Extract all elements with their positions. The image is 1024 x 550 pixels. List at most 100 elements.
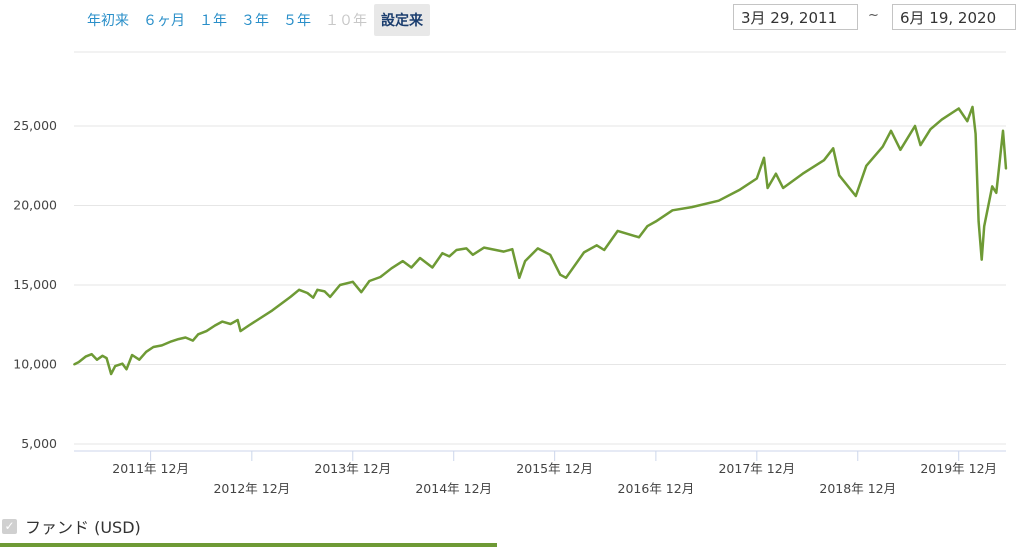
data-point <box>138 358 141 361</box>
data-point <box>271 309 274 312</box>
y-tick-label: 25,000 <box>13 118 57 133</box>
x-tick-label: 2014年 12月 <box>415 481 492 496</box>
y-tick-label: 15,000 <box>13 277 57 292</box>
data-point <box>125 368 128 371</box>
data-point <box>838 174 841 177</box>
x-tick-label: 2016年 12月 <box>618 481 695 496</box>
data-point <box>360 291 363 294</box>
data-point <box>121 362 124 365</box>
data-point <box>431 266 434 269</box>
data-point <box>77 361 80 363</box>
data-point <box>351 280 354 283</box>
data-point <box>739 188 741 191</box>
data-point <box>197 333 200 336</box>
data-point <box>401 260 404 262</box>
data-point <box>323 290 326 293</box>
data-point <box>603 249 606 251</box>
data-point <box>755 177 758 180</box>
legend-checkbox-icon[interactable]: ✓ <box>2 518 17 534</box>
data-point <box>236 319 239 321</box>
data-point <box>312 296 315 299</box>
data-point <box>441 252 444 255</box>
x-tick-label: 2017年 12月 <box>718 461 795 476</box>
data-point <box>471 253 474 256</box>
x-tick-label: 2012年 12月 <box>213 481 290 496</box>
data-point <box>316 288 319 291</box>
data-point <box>549 253 552 256</box>
data-point <box>145 350 148 353</box>
data-point <box>671 209 674 212</box>
data-point <box>101 354 104 357</box>
data-point <box>919 144 922 147</box>
grid-lines <box>74 51 1006 445</box>
data-point <box>823 159 825 162</box>
data-point <box>832 147 835 150</box>
data-point <box>84 355 87 358</box>
legend-series-line <box>0 543 497 547</box>
data-point <box>595 244 598 247</box>
data-point <box>96 358 98 361</box>
legend-item[interactable]: ✓ ファンド (USD) <box>2 514 141 538</box>
data-point <box>991 185 994 188</box>
data-point <box>131 354 134 356</box>
data-point <box>1002 129 1004 132</box>
data-point <box>854 195 857 197</box>
data-point <box>455 249 458 251</box>
data-point <box>177 338 180 340</box>
data-point <box>616 230 619 232</box>
data-point <box>717 199 720 202</box>
data-point <box>298 288 300 291</box>
data-point <box>368 280 371 282</box>
data-point <box>763 156 765 159</box>
data-point <box>980 258 983 261</box>
data-point <box>899 148 902 151</box>
data-point <box>379 276 382 278</box>
data-point <box>890 129 892 132</box>
data-point <box>170 340 173 343</box>
data-point <box>974 133 977 135</box>
data-point <box>229 323 232 325</box>
data-point <box>881 145 884 148</box>
data-point <box>184 336 187 339</box>
data-point <box>583 251 585 254</box>
y-axis-labels: 5,000 10,000 15,000 20,000 25,000 <box>13 118 57 451</box>
data-point <box>410 266 413 269</box>
data-point <box>152 346 155 348</box>
data-point <box>114 365 117 367</box>
data-point <box>465 247 468 250</box>
data-point <box>655 220 657 223</box>
data-point <box>192 339 194 342</box>
y-tick-label: 10,000 <box>13 357 57 372</box>
data-point <box>966 120 969 123</box>
data-point <box>448 255 451 258</box>
y-tick-label: 20,000 <box>13 198 57 213</box>
x-tick-label: 2018年 12月 <box>819 481 896 496</box>
data-point <box>690 206 693 209</box>
data-point <box>390 267 393 270</box>
data-point <box>766 187 769 189</box>
data-point <box>865 164 868 167</box>
data-point <box>983 225 986 228</box>
data-point <box>161 344 163 347</box>
data-point <box>940 118 943 121</box>
legend-label: ファンド (USD) <box>25 518 141 537</box>
data-point <box>957 107 960 110</box>
data-point <box>518 276 521 279</box>
fund-price-chart: 5,00010,00015,00020,00025,000 2011年 12月2… <box>13 51 1008 496</box>
data-point <box>247 324 250 327</box>
data-point <box>565 276 567 279</box>
data-point <box>256 319 259 321</box>
data-point <box>339 284 341 286</box>
data-point <box>524 260 526 262</box>
data-point <box>289 296 292 298</box>
data-point <box>1005 168 1007 170</box>
data-point <box>929 128 932 131</box>
data-point <box>782 187 784 189</box>
data-point <box>914 125 916 127</box>
data-point <box>419 257 421 259</box>
data-point <box>110 373 112 375</box>
data-point <box>90 353 93 356</box>
data-point <box>306 292 309 294</box>
data-point <box>329 296 331 298</box>
y-tick-label: 5,000 <box>21 436 57 451</box>
